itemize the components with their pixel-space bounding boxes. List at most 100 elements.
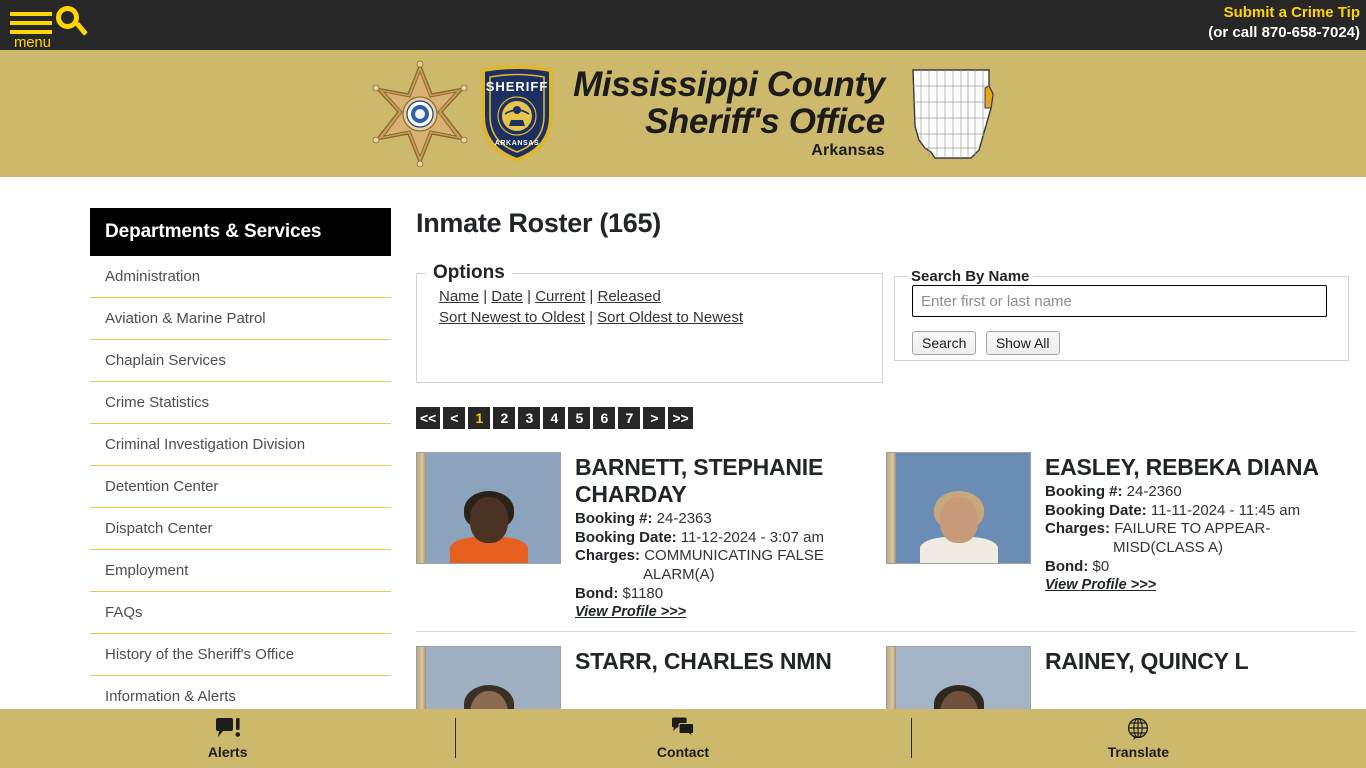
site-title-line-1: Mississippi County [573,65,885,105]
hamburger-menu-button[interactable]: menu [8,4,54,51]
search-by-name-panel: Search By Name Search Show All [894,268,1349,361]
sidebar-item-label: History of the Sheriff's Office [105,646,295,663]
inmate-roster-list: BARNETT, STEPHANIE CHARDAY Booking #: 24… [416,452,1356,709]
charges-value-line-2: MISD(CLASS A) [1113,538,1224,556]
sheriff-star-badge-icon [365,59,475,169]
search-icon-handle [75,21,88,36]
bottom-bar-translate[interactable]: Translate [910,709,1366,768]
sidebar-item-aviation-marine-patrol[interactable]: Aviation & Marine Patrol [90,298,391,340]
inmate-booking-date-field: Booking Date: 11-11-2024 - 11:45 am [1045,502,1356,521]
inmate-bond-field: Bond: $1180 [575,585,886,604]
inmate-charges-field: Charges: FAILURE TO APPEAR- MISD(CLASS A… [1045,520,1356,557]
inmate-details: BARNETT, STEPHANIE CHARDAY Booking #: 24… [575,452,886,621]
options-legend: Options [433,262,505,283]
bottom-action-bar: Alerts Contact Translate [0,709,1366,768]
pagination-first[interactable]: << [416,407,441,429]
filter-link-current[interactable]: Current [535,288,585,305]
inmate-details: EASLEY, REBEKA DIANA Booking #: 24-2360 … [1045,452,1356,621]
globe-translate-icon [1125,717,1151,743]
sidebar-item-label: Detention Center [105,478,219,495]
sidebar-item-employment[interactable]: Employment [90,550,391,592]
mugshot-wall-edge [887,453,896,563]
inmate-card: EASLEY, REBEKA DIANA Booking #: 24-2360 … [886,452,1356,621]
sidebar-item-label: Criminal Investigation Division [105,436,306,453]
inmate-charges-field: Charges: COMMUNICATING FALSE ALARM(A) [575,547,886,584]
sidebar-item-faqs[interactable]: FAQs [90,592,391,634]
sort-oldest-to-newest-link[interactable]: Sort Oldest to Newest [597,309,743,326]
sidebar-item-information-alerts[interactable]: Information & Alerts [90,676,391,709]
view-profile-link[interactable]: View Profile >>> [575,604,686,620]
pagination-page-1[interactable]: 1 [468,407,491,429]
inmate-details: STARR, CHARLES NMN [575,646,886,709]
separator: | [527,288,532,305]
bottom-bar-label: Translate [1107,744,1170,760]
charges-label: Charges: [575,547,641,565]
inmate-bond-field: Bond: $0 [1045,558,1356,577]
pagination-prev[interactable]: < [443,407,466,429]
pagination-page-6[interactable]: 6 [593,407,616,429]
menu-label: menu [14,34,51,51]
bottom-bar-alerts[interactable]: Alerts [0,709,455,768]
site-title-line-2: Sheriff's Office [644,101,885,141]
pagination-page-2[interactable]: 2 [493,407,516,429]
site-banner: SHERIFF ARKANSAS Mississippi County Sher… [0,50,1366,177]
filter-link-date[interactable]: Date [491,288,523,305]
roster-row: BARNETT, STEPHANIE CHARDAY Booking #: 24… [416,452,1356,633]
bottom-bar-label: Alerts [207,744,248,760]
sidebar-item-history-of-the-sheriffs-office[interactable]: History of the Sheriff's Office [90,634,391,676]
pagination-next[interactable]: > [643,407,666,429]
pagination-last[interactable]: >> [668,407,693,429]
site-title-block: Mississippi County Sheriff's Office Arka… [573,65,885,160]
top-navigation-bar: menu Submit a Crime Tip (or call 870-658… [0,0,1366,51]
show-all-button[interactable]: Show All [985,331,1060,355]
search-button[interactable]: Search [912,331,977,355]
options-links: Name | Date | Current | Released Sort Ne… [417,284,882,329]
bond-label: Bond: [575,584,619,602]
sidebar-item-label: FAQs [105,604,143,621]
search-icon[interactable] [56,6,90,44]
sidebar-item-chaplain-services[interactable]: Chaplain Services [90,340,391,382]
page-content: Departments & Services Administration Av… [0,177,1366,709]
view-profile-link[interactable]: View Profile >>> [1045,577,1156,593]
charges-value-line-1: COMMUNICATING FALSE [644,547,824,565]
bottom-bar-contact[interactable]: Contact [455,709,910,768]
sort-newest-to-oldest-link[interactable]: Sort Newest to Oldest [439,309,585,326]
inmate-card: BARNETT, STEPHANIE CHARDAY Booking #: 24… [416,452,886,621]
mugshot-figure [449,491,528,563]
mugshot-wall-edge [417,647,426,709]
inmate-details: RAINEY, QUINCY L [1045,646,1356,709]
svg-text:ARKANSAS: ARKANSAS [495,140,539,147]
pagination-page-3[interactable]: 3 [518,407,541,429]
charges-value-line-2: ALARM(A) [643,566,715,584]
hamburger-icon [10,12,52,16]
sidebar-item-label: Aviation & Marine Patrol [105,310,266,327]
mugshot-figure [921,685,997,709]
sidebar-item-crime-statistics[interactable]: Crime Statistics [90,382,391,424]
pagination-page-4[interactable]: 4 [543,407,566,429]
search-buttons-row: Search Show All [912,331,1348,355]
pagination-page-7[interactable]: 7 [618,407,641,429]
inmate-name: BARNETT, STEPHANIE CHARDAY [575,454,824,508]
inmate-booking-number-field: Booking #: 24-2363 [575,510,886,529]
sidebar-item-criminal-investigation-division[interactable]: Criminal Investigation Division [90,424,391,466]
pagination-page-5[interactable]: 5 [568,407,591,429]
sidebar-item-label: Information & Alerts [105,688,236,705]
sidebar-item-label: Crime Statistics [105,394,210,411]
separator: | [589,309,593,327]
hamburger-icon-line [10,21,52,25]
sidebar-item-detention-center[interactable]: Detention Center [90,466,391,508]
submit-crime-tip-link[interactable]: Submit a Crime Tip [1208,3,1360,23]
filter-link-name[interactable]: Name [439,288,479,305]
options-panel: Options Name | Date | Current | Released… [416,262,883,383]
mugshot-head [469,497,508,543]
controls-row: Options Name | Date | Current | Released… [416,262,1366,385]
sidebar-item-dispatch-center[interactable]: Dispatch Center [90,508,391,550]
search-input[interactable] [912,285,1327,317]
sidebar-item-administration[interactable]: Administration [90,256,391,298]
filter-link-released[interactable]: Released [597,288,660,305]
options-links-row-1: Name | Date | Current | Released [439,286,882,307]
inmate-mugshot [416,452,561,564]
roster-row: STARR, CHARLES NMN RAINEY, QUINCY L [416,646,1356,709]
charges-value-line-1: FAILURE TO APPEAR- [1114,520,1271,538]
bond-label: Bond: [1045,557,1089,575]
